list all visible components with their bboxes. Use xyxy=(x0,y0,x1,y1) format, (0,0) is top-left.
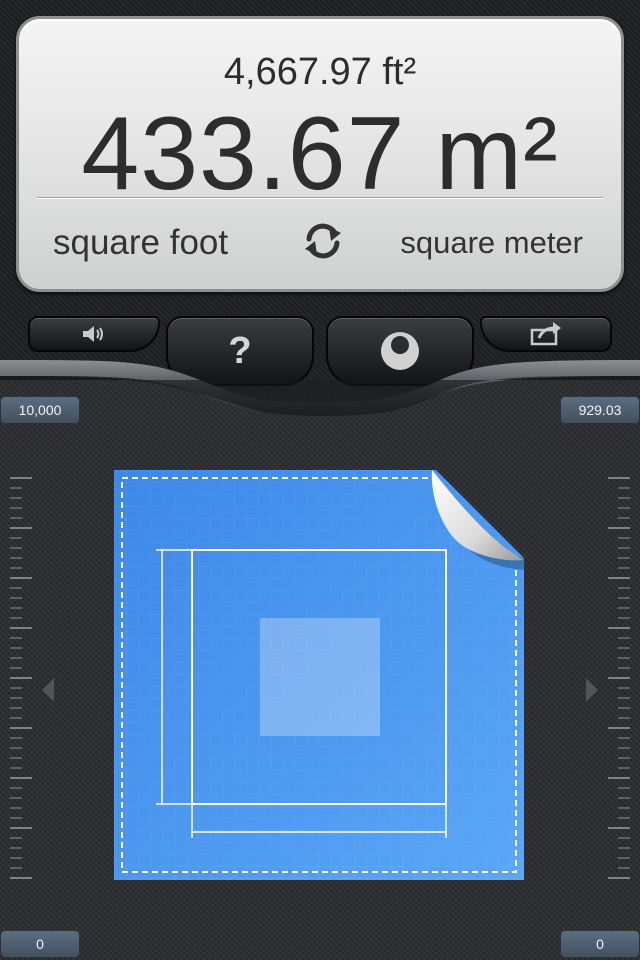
unit-from-selector[interactable]: square foot xyxy=(53,223,228,263)
min-right-badge: 0 xyxy=(560,930,640,958)
swap-units-icon[interactable] xyxy=(301,219,345,263)
min-left-badge: 0 xyxy=(0,930,80,958)
unit-to-selector[interactable]: square meter xyxy=(400,225,583,261)
secondary-value: 4,667.97 ft² xyxy=(223,51,417,93)
conversion-display: 4,667.97 ft² 433.67 m² square foot squar… xyxy=(16,16,624,292)
right-arrow-icon[interactable] xyxy=(586,678,598,702)
left-arrow-icon[interactable] xyxy=(42,678,54,702)
area-fill-square xyxy=(260,618,380,736)
right-ruler[interactable] xyxy=(606,476,630,886)
max-right-badge: 929.03 xyxy=(560,396,640,424)
area-blueprint[interactable] xyxy=(114,470,526,882)
max-left-badge: 10,000 xyxy=(0,396,80,424)
toolbar-swoosh xyxy=(0,360,640,416)
display-divider xyxy=(37,197,603,199)
left-ruler[interactable] xyxy=(10,476,34,886)
